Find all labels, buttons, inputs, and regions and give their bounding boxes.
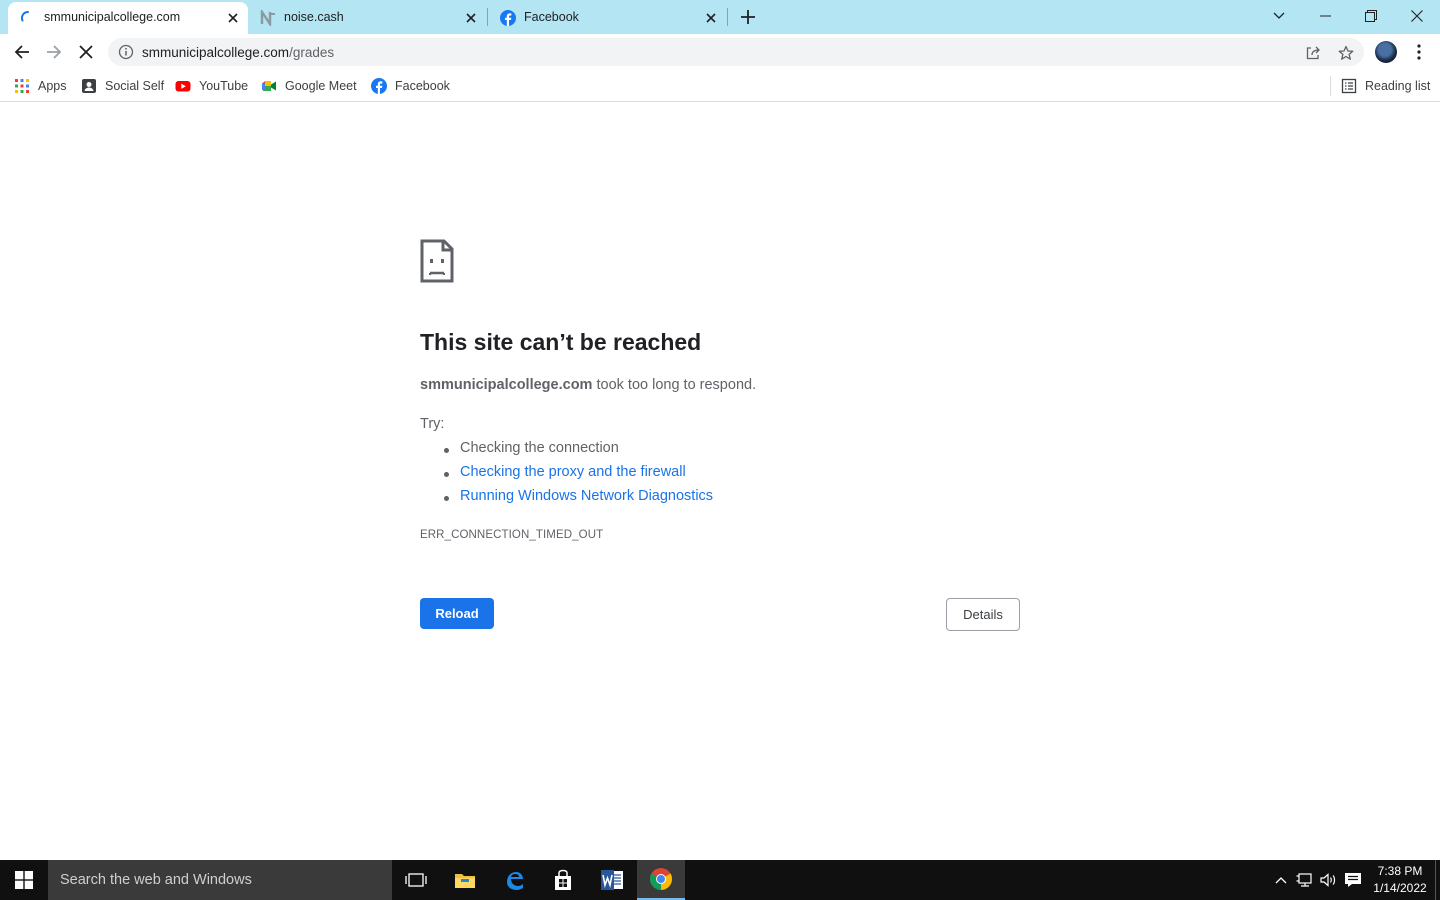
facebook-icon [371,78,387,94]
task-view-button[interactable] [392,860,440,900]
bookmark-apps[interactable]: Apps [14,76,67,96]
file-explorer-button[interactable] [441,860,489,900]
back-arrow-icon [14,45,29,59]
chevron-up-icon [1275,877,1287,884]
error-description: smmunicipalcollege.com took too long to … [420,377,756,393]
volume-icon[interactable] [1319,870,1339,890]
error-host: smmunicipalcollege.com [420,377,593,393]
url-text[interactable]: smmunicipalcollege.com/grades [142,45,334,60]
browser-toolbar: smmunicipalcollege.com/grades [0,34,1440,70]
error-code: ERR_CONNECTION_TIMED_OUT [420,529,604,541]
chrome-taskbar-button[interactable] [637,860,685,900]
noise-cash-icon [260,8,276,28]
taskbar-clock[interactable]: 7:38 PM 1/14/2022 [1366,863,1434,897]
back-button[interactable] [8,38,36,66]
tab-separator [727,8,728,26]
bookmark-label: YouTube [199,79,249,93]
store-bag-icon [555,869,571,890]
share-icon[interactable] [1303,43,1323,63]
suggestion-proxy-firewall-link[interactable]: Checking the proxy and the firewall [444,464,686,480]
details-button[interactable]: Details [946,598,1020,631]
taskbar-search-placeholder: Search the web and Windows [60,872,252,888]
edge-icon [507,872,523,890]
windows-logo-icon [15,871,33,889]
forward-arrow-icon [47,45,62,59]
error-message: took too long to respond. [596,377,757,393]
apps-grid-icon [14,78,30,94]
bookmark-star-icon[interactable] [1336,43,1356,63]
word-icon [601,870,623,890]
new-tab-button[interactable] [737,6,759,28]
social-self-icon [81,78,97,94]
bookmark-facebook[interactable]: Facebook [371,76,450,96]
facebook-icon [500,10,516,26]
clock-date: 1/14/2022 [1373,881,1427,895]
tab-strip: smmunicipalcollege.com noise.cash Facebo… [0,0,1440,34]
tab-facebook[interactable]: Facebook [488,2,726,34]
bookmark-youtube[interactable]: YouTube [175,76,248,96]
close-tab-icon[interactable] [224,9,242,27]
kebab-menu-icon [1417,44,1421,60]
bookmark-label: Apps [38,79,67,93]
reading-list-button[interactable]: Reading list [1341,76,1430,96]
reload-button[interactable]: Reload [420,598,494,629]
bookmark-label: Facebook [395,79,450,93]
stop-loading-button[interactable] [72,38,100,66]
chrome-menu-button[interactable] [1405,38,1433,66]
windows-taskbar: Search the web and Windows 7:38 PM 1/14/… [0,860,1440,900]
error-title: This site can’t be reached [420,329,702,355]
bookmark-google-meet[interactable]: Google Meet [261,76,357,96]
youtube-icon [175,78,191,94]
tab-search-button[interactable] [1256,0,1302,32]
close-tab-icon[interactable] [462,9,480,27]
url-host: smmunicipalcollege.com [142,45,290,60]
task-view-icon [405,873,427,887]
suggestion-network-diagnostics-link[interactable]: Running Windows Network Diagnostics [443,488,713,504]
edge-browser-button[interactable] [490,860,538,900]
word-button[interactable] [588,860,636,900]
tab-smmunicipalcollege[interactable]: smmunicipalcollege.com [8,2,248,34]
network-icon[interactable] [1295,870,1315,890]
minimize-button[interactable] [1302,0,1348,32]
start-button[interactable] [0,860,48,900]
try-label: Try: [420,416,445,432]
bookmark-label: Google Meet [285,79,357,93]
bookmarks-bar: Apps Social Self YouTube Google Meet Fac… [0,70,1440,102]
bookmark-social-self[interactable]: Social Self [81,76,164,96]
loading-spinner-icon [20,10,36,26]
close-window-button[interactable] [1394,0,1440,32]
chrome-icon [650,868,672,890]
taskbar-search-box[interactable]: Search the web and Windows [48,860,392,900]
show-desktop-button[interactable] [1435,860,1440,900]
profile-avatar[interactable] [1375,41,1397,63]
google-meet-icon [261,78,277,94]
reading-list-icon [1341,78,1357,94]
restore-button[interactable] [1348,0,1394,32]
tab-title: noise.cash [284,10,344,24]
suggestion-check-connection: Checking the connection [444,440,619,456]
address-bar[interactable]: smmunicipalcollege.com/grades [108,38,1364,66]
folder-icon [455,874,475,888]
error-page: This site can’t be reached smmunicipalco… [0,103,1440,860]
clock-time: 7:38 PM [1377,864,1423,878]
sad-page-icon [420,239,454,283]
bookmark-label: Social Self [105,79,165,93]
close-tab-icon[interactable] [702,9,720,27]
action-center-icon[interactable] [1343,870,1363,890]
stop-icon [79,45,93,59]
tab-title: smmunicipalcollege.com [44,10,181,24]
tab-title: Facebook [524,10,579,24]
show-hidden-icons-button[interactable] [1271,870,1291,890]
bookmarks-divider [1330,76,1331,96]
site-info-icon[interactable] [118,44,134,60]
store-button[interactable] [539,860,587,900]
url-path: /grades [289,45,335,60]
forward-button[interactable] [40,38,68,66]
reading-list-label: Reading list [1365,79,1431,93]
tab-noise-cash[interactable]: noise.cash [248,2,486,34]
